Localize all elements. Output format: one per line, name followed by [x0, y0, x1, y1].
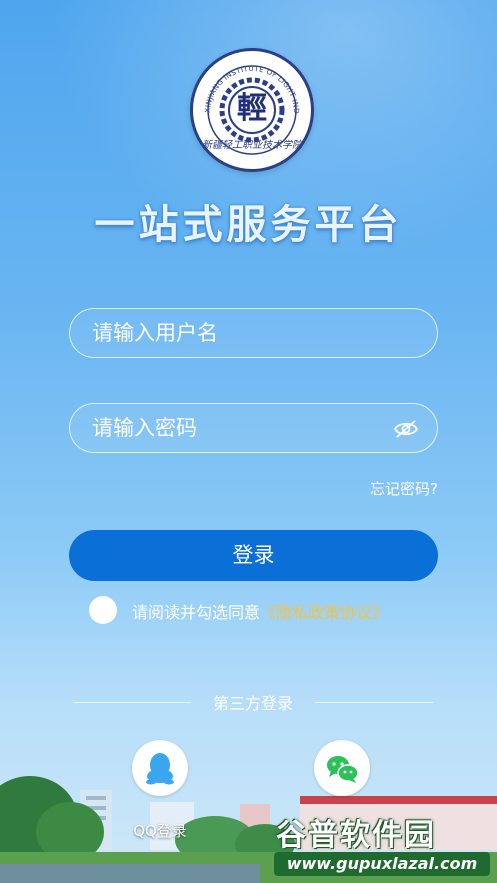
school-logo: XINJIANG INSTITUTE OF LIGHT INDUSTRY TEC…	[190, 48, 314, 172]
agreement-checkbox[interactable]	[89, 596, 117, 624]
agreement-row: 请阅读并勾选同意《隐私政策协议》	[89, 596, 429, 624]
page-title: 一站式服务平台	[94, 201, 403, 248]
watermark-title: 谷普软件园	[276, 818, 436, 853]
password-field[interactable]	[69, 403, 438, 453]
qq-icon	[146, 753, 174, 785]
username-input[interactable]	[92, 309, 392, 357]
privacy-policy-link[interactable]: 《隐私政策协议》	[260, 603, 388, 622]
wechat-icon	[327, 756, 359, 783]
qq-login-button[interactable]	[132, 740, 188, 796]
agreement-text-wrap: 请阅读并勾选同意《隐私政策协议》	[132, 599, 388, 623]
third-party-divider: 第三方登录	[73, 690, 433, 714]
username-field[interactable]	[69, 308, 438, 358]
login-button[interactable]: 登录	[69, 530, 438, 581]
wechat-login-button[interactable]	[314, 740, 370, 796]
agreement-text: 请阅读并勾选同意	[132, 603, 261, 622]
qq-login-label: QQ登录	[133, 822, 187, 840]
logo-bottom-text: 新疆轻工职业技术学院	[202, 139, 304, 151]
forgot-password-link[interactable]: 忘记密码?	[370, 478, 438, 499]
third-party-label: 第三方登录	[212, 694, 293, 713]
password-input[interactable]	[92, 404, 392, 452]
watermark-url: www.gupuxlazal.com	[274, 852, 490, 876]
watermark: 谷普软件园 www.gupuxlazal.com	[270, 808, 494, 880]
eye-off-icon[interactable]	[393, 418, 419, 440]
logo-center-char: 輕	[237, 91, 267, 126]
